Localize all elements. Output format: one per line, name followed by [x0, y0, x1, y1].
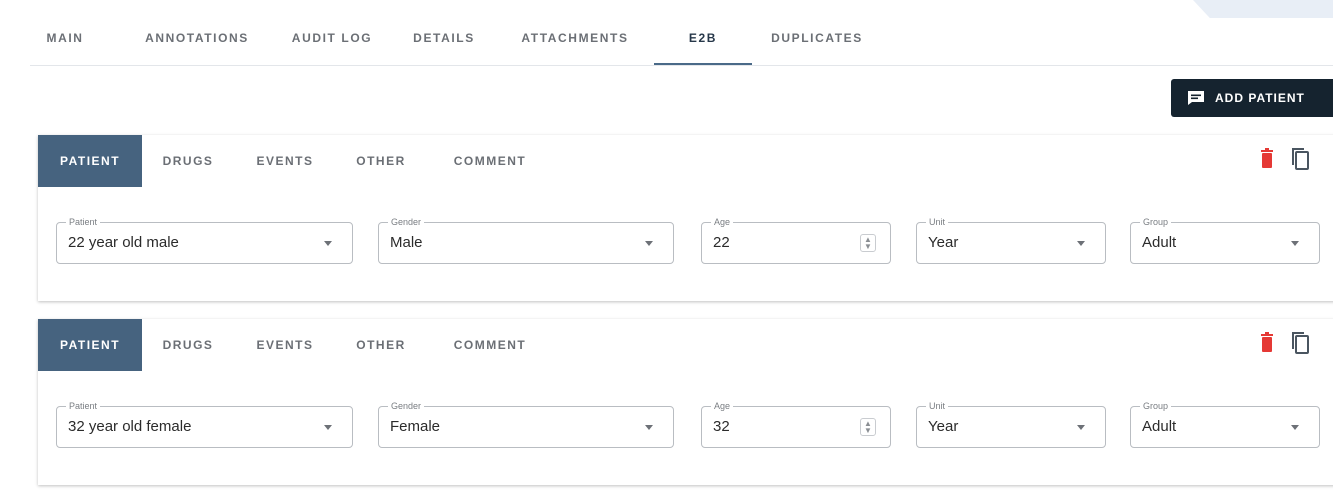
field-value: Adult — [1142, 418, 1177, 435]
tab-details[interactable]: DETAILS — [403, 0, 485, 65]
trash-icon[interactable] — [1260, 331, 1274, 360]
tab-attachments[interactable]: ATTACHMENTS — [508, 0, 642, 65]
caret-down-icon — [645, 425, 653, 430]
gender-select[interactable]: Gender Male — [378, 216, 674, 264]
tab-annotations[interactable]: ANNOTATIONS — [124, 0, 270, 65]
field-label: Gender — [388, 400, 425, 412]
field-label: Age — [711, 216, 734, 228]
gender-select[interactable]: Gender Female — [378, 400, 674, 448]
field-label: Patient — [66, 400, 101, 412]
tab-other[interactable]: OTHER — [350, 135, 412, 187]
patient-select[interactable]: Patient 32 year old female — [56, 400, 353, 448]
tab-other[interactable]: OTHER — [350, 319, 412, 371]
tab-audit-log[interactable]: AUDIT LOG — [282, 0, 382, 65]
caret-down-icon — [1291, 241, 1299, 246]
patient-card-tabs: PATIENT DRUGS EVENTS OTHER COMMENT — [38, 135, 1333, 187]
field-label: Group — [1140, 216, 1172, 228]
caret-down-icon — [1291, 425, 1299, 430]
field-value: Year — [928, 418, 959, 435]
age-input[interactable]: Age 32 ▲ ▼ — [701, 400, 891, 448]
unit-select[interactable]: Unit Year — [916, 400, 1106, 448]
caret-down-icon — [645, 241, 653, 246]
tab-e2b[interactable]: E2B — [654, 0, 752, 65]
field-value: Year — [928, 234, 959, 251]
tab-patient[interactable]: PATIENT — [38, 135, 142, 187]
age-input[interactable]: Age 22 ▲ ▼ — [701, 216, 891, 264]
group-select[interactable]: Group Adult — [1130, 216, 1320, 264]
patient-card-2: PATIENT DRUGS EVENTS OTHER COMMENT Patie… — [38, 319, 1333, 485]
tab-main[interactable]: MAIN — [30, 0, 100, 65]
tab-patient[interactable]: PATIENT — [38, 319, 142, 371]
caret-down-icon — [324, 425, 332, 430]
field-value: Male — [390, 234, 423, 251]
field-value: 32 — [713, 418, 730, 435]
tab-comment[interactable]: COMMENT — [440, 135, 540, 187]
tab-comment[interactable]: COMMENT — [440, 319, 540, 371]
caret-down-icon — [1077, 425, 1085, 430]
patient-select[interactable]: Patient 22 year old male — [56, 216, 353, 264]
group-select[interactable]: Group Adult — [1130, 400, 1320, 448]
field-value: Female — [390, 418, 441, 435]
number-spinner-icon[interactable]: ▲ ▼ — [860, 234, 876, 252]
field-label: Unit — [926, 216, 949, 228]
field-value: 22 year old male — [68, 234, 179, 251]
copy-icon[interactable] — [1288, 331, 1310, 360]
add-patient-label: ADD PATIENT — [1215, 91, 1305, 105]
field-label: Group — [1140, 400, 1172, 412]
copy-icon[interactable] — [1288, 147, 1310, 176]
caret-down-icon — [1077, 241, 1085, 246]
tab-drugs[interactable]: DRUGS — [154, 319, 222, 371]
card-actions — [1260, 147, 1310, 176]
field-label: Unit — [926, 400, 949, 412]
card-actions — [1260, 331, 1310, 360]
field-label: Gender — [388, 216, 425, 228]
add-patient-button[interactable]: ADD PATIENT — [1171, 79, 1333, 117]
caret-down-icon — [324, 241, 332, 246]
record-tabs: MAIN ANNOTATIONS AUDIT LOG DETAILS ATTAC… — [30, 0, 1333, 66]
tab-duplicates[interactable]: DUPLICATES — [758, 0, 876, 65]
trash-icon[interactable] — [1260, 147, 1274, 176]
patient-card-tabs: PATIENT DRUGS EVENTS OTHER COMMENT — [38, 319, 1333, 371]
field-value: 32 year old female — [68, 418, 192, 435]
field-label: Patient — [66, 216, 101, 228]
unit-select[interactable]: Unit Year — [916, 216, 1106, 264]
field-value: 22 — [713, 234, 730, 251]
field-label: Age — [711, 400, 734, 412]
field-value: Adult — [1142, 234, 1177, 251]
patient-card-1: PATIENT DRUGS EVENTS OTHER COMMENT Patie… — [38, 135, 1333, 301]
tab-events[interactable]: EVENTS — [247, 135, 323, 187]
number-spinner-icon[interactable]: ▲ ▼ — [860, 418, 876, 436]
tab-drugs[interactable]: DRUGS — [154, 135, 222, 187]
tab-events[interactable]: EVENTS — [247, 319, 323, 371]
comment-add-icon — [1187, 90, 1205, 106]
